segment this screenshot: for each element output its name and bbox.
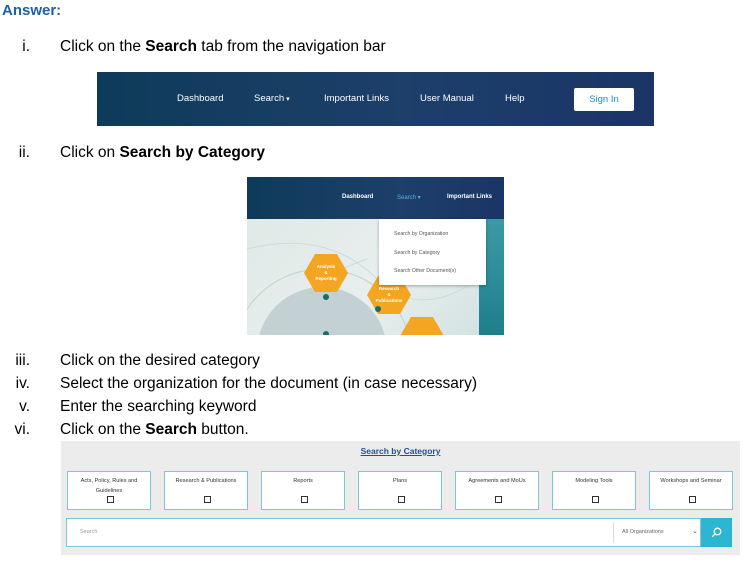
dropdown-screenshot: Dashboard Search ▾ Important Links Analy…	[247, 177, 504, 335]
menu-item-search-other-documents[interactable]: Search Other Document(s)	[394, 268, 456, 274]
nav-dashboard[interactable]: Dashboard	[342, 194, 373, 200]
category-checkbox[interactable]	[204, 496, 211, 503]
chevron-down-icon[interactable]: ⌄	[692, 527, 698, 535]
category-checkbox[interactable]	[495, 496, 502, 503]
category-checkbox[interactable]	[301, 496, 308, 503]
search-dropdown-menu: Search by Organization Search by Categor…	[379, 219, 486, 285]
category-label: Research & Publications	[175, 478, 237, 484]
navbar-screenshot: Dashboard Search ▾ Important Links User M…	[97, 72, 654, 126]
category-card[interactable]: Acts, Policy, Rules and Guidelines	[67, 471, 151, 510]
category-label: Workshops and Seminar	[660, 478, 722, 484]
nav-important-links[interactable]: Important Links	[324, 93, 389, 104]
category-label: Modeling Tools	[575, 478, 613, 484]
nav-dashboard[interactable]: Dashboard	[177, 93, 223, 104]
step-number: v.	[19, 398, 30, 415]
divider	[613, 522, 614, 543]
step-text: Click on the desired category	[60, 352, 260, 369]
category-label: Agreements and MoUs	[468, 478, 526, 484]
step-number: vi.	[14, 421, 31, 438]
category-card[interactable]: Agreements and MoUs	[455, 471, 539, 510]
nav-user-manual[interactable]: User Manual	[420, 93, 474, 104]
nav-help[interactable]: Help	[505, 93, 525, 104]
hex-connector-dot	[375, 306, 381, 312]
sign-in-button[interactable]: Sign In	[574, 88, 634, 111]
search-button[interactable]	[701, 518, 732, 547]
step-number: ii.	[18, 144, 30, 161]
chevron-down-icon: ▾	[286, 96, 290, 103]
step-text: Click on the Search button.	[60, 421, 249, 438]
search-by-category-screenshot: Search by Category Acts, Policy, Rules a…	[61, 441, 740, 555]
organization-select[interactable]: All Organizations	[622, 529, 664, 535]
category-card[interactable]: Modeling Tools	[552, 471, 636, 510]
step-text: Click on the Search tab from the navigat…	[60, 38, 386, 55]
category-checkbox[interactable]	[592, 496, 599, 503]
hex-connector-dot	[323, 331, 329, 335]
search-icon	[711, 527, 722, 538]
category-checkbox[interactable]	[107, 496, 114, 503]
nav-important-links[interactable]: Important Links	[447, 194, 492, 200]
step-number: i.	[22, 38, 30, 55]
category-checkbox[interactable]	[689, 496, 696, 503]
category-label: Reports	[293, 478, 313, 484]
step-number: iii.	[15, 352, 30, 369]
category-card[interactable]: Reports	[261, 471, 345, 510]
category-card[interactable]: Plans	[358, 471, 442, 510]
category-card[interactable]: Research & Publications	[164, 471, 248, 510]
search-by-category-title[interactable]: Search by Category	[61, 446, 740, 456]
search-bar: Search All Organizations ⌄	[66, 518, 701, 547]
category-card[interactable]: Workshops and Seminar	[649, 471, 733, 510]
nav-search[interactable]: Search ▾	[397, 194, 421, 201]
hex-connector-dot	[323, 294, 329, 300]
menu-item-search-by-category[interactable]: Search by Category	[394, 250, 440, 256]
nav-search[interactable]: Search ▾	[254, 93, 290, 104]
step-text: Select the organization for the document…	[60, 375, 478, 392]
dropdown-navbar: Dashboard Search ▾ Important Links	[247, 177, 504, 219]
category-checkbox[interactable]	[398, 496, 405, 503]
category-label: Plans	[393, 478, 407, 484]
category-label: Acts, Policy, Rules and Guidelines	[80, 478, 138, 494]
search-input[interactable]: Search	[80, 529, 97, 535]
menu-item-search-by-organization[interactable]: Search by Organization	[394, 231, 448, 237]
step-number: iv.	[15, 375, 30, 392]
answer-heading: Answer:	[2, 2, 62, 19]
step-text: Enter the searching keyword	[60, 398, 257, 415]
step-text: Click on Search by Category	[60, 144, 266, 161]
